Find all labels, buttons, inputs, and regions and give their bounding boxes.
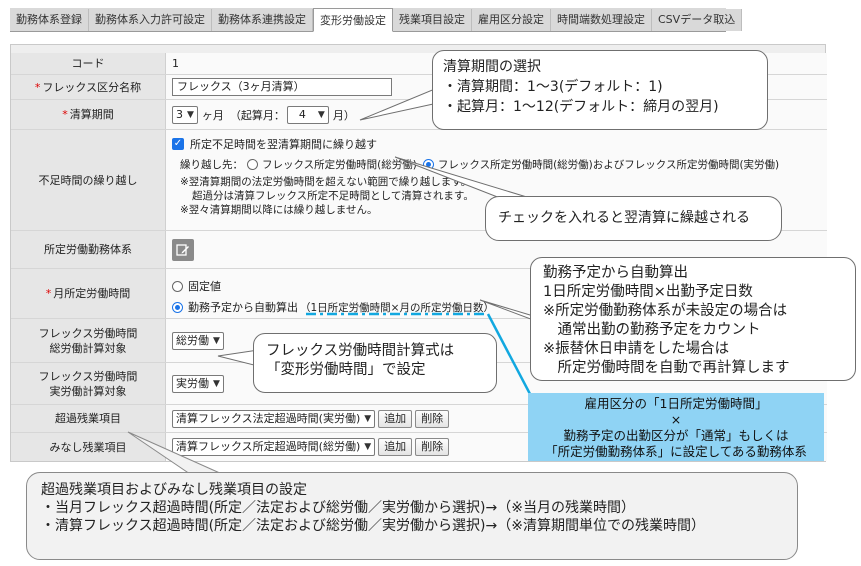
chevron-down-icon: ▼ bbox=[213, 378, 220, 389]
monthly-auto-radio[interactable] bbox=[172, 301, 183, 313]
monthly-label: * 月所定労働時間 bbox=[11, 269, 166, 318]
carryover-dest-label: 繰り越し先： bbox=[180, 159, 243, 171]
overtime-label: 超過残業項目 bbox=[11, 405, 166, 432]
chevron-down-icon: ▼ bbox=[317, 109, 325, 120]
auto-calc-formula-note: 雇用区分の「1日所定労働時間」 × 勤務予定の出勤区分が「通常」もしくは 「所定… bbox=[528, 393, 824, 461]
tab-employment-type[interactable]: 雇用区分設定 bbox=[472, 9, 551, 31]
months-unit: ヶ月 bbox=[201, 108, 224, 122]
start-month-suffix: 月） bbox=[332, 108, 355, 122]
carryover-note: ※翌清算期間の法定労働時間を超えない範囲で繰り越します。 bbox=[180, 176, 472, 188]
edit-icon[interactable] bbox=[172, 238, 194, 261]
chevron-down-icon: ▼ bbox=[364, 442, 372, 452]
required-mark: * bbox=[45, 287, 52, 300]
code-label: コード bbox=[11, 53, 166, 74]
formula-callout-line: フレックス労働時間計算式は bbox=[266, 343, 455, 359]
carryover-checkbox-row: ✓ 所定不足時間を翌清算期間に繰り越す bbox=[172, 136, 827, 152]
chevron-down-icon: ▼ bbox=[187, 109, 194, 120]
schedule-label: 所定労働勤務体系 bbox=[11, 231, 166, 268]
formula-callout: フレックス労働時間計算式は 「変形労働時間」で設定 bbox=[253, 333, 497, 393]
start-month-select[interactable]: 4 ▼ bbox=[286, 105, 329, 124]
tab-work-input-permission[interactable]: 勤務体系入力許可設定 bbox=[89, 9, 212, 31]
carryover-checkbox-label: 所定不足時間を翌清算期間に繰り越す bbox=[190, 138, 377, 151]
auto-callout-line: 1日所定労働時間×出勤予定日数 bbox=[543, 284, 753, 300]
auto-callout-line: ※振替休日申請をした場合は bbox=[543, 341, 730, 357]
required-mark: * bbox=[34, 80, 41, 94]
auto-callout-line: 通常出勤の勤務予定をカウント bbox=[543, 322, 761, 338]
settlement-months-select[interactable]: 3 ▼ bbox=[172, 105, 198, 124]
settlement-callout-line: ・清算期間：1～3(デフォルト：1) bbox=[443, 79, 663, 95]
monthly-fixed-label: 固定値 bbox=[188, 280, 221, 293]
overtime-select[interactable]: 清算フレックス法定超過時間(実労働) ▼ bbox=[172, 409, 376, 428]
carryover-label: 不足時間の繰り越し bbox=[11, 130, 166, 230]
tab-work-system-register[interactable]: 勤務体系登録 bbox=[10, 9, 89, 31]
overtime-delete-button[interactable]: 削除 bbox=[415, 409, 450, 428]
carryover-checkbox[interactable]: ✓ bbox=[172, 138, 184, 150]
chevron-down-icon: ▼ bbox=[364, 413, 372, 424]
carryover-option1-radio[interactable] bbox=[247, 159, 258, 170]
overtime-callout-line: ・清算フレックス超過時間(所定／法定および総労働／実労働から選択)→（※清算期間… bbox=[41, 518, 705, 534]
formula-note-line: 雇用区分の「1日所定労働時間」 bbox=[584, 396, 768, 411]
deemed-label: みなし残業項目 bbox=[11, 433, 166, 461]
overtime-callout-line: 超過残業項目およびみなし残業項目の設定 bbox=[41, 482, 307, 498]
flex-total-select[interactable]: 総労働 ▼ bbox=[172, 331, 224, 350]
settlement-callout-line: ・起算月：1～12(デフォルト：締月の翌月) bbox=[443, 99, 719, 115]
tab-work-link-settings[interactable]: 勤務体系連携設定 bbox=[212, 9, 313, 31]
monthly-fixed-radio[interactable] bbox=[172, 280, 183, 292]
formula-note-line: × bbox=[670, 412, 682, 427]
overtime-callout-line: ・当月フレックス超過時間(所定／法定および総労働／実労働から選択)→（※当月の残… bbox=[41, 500, 635, 516]
tab-overtime-items[interactable]: 残業項目設定 bbox=[393, 9, 472, 31]
chevron-down-icon: ▼ bbox=[213, 335, 220, 346]
auto-calc-callout: 勤務予定から自動算出 1日所定労働時間×出勤予定日数 ※所定労働勤務体系が未設定… bbox=[530, 257, 856, 381]
tab-csv-import[interactable]: CSVデータ取込 bbox=[652, 9, 743, 31]
flex-total-label: フレックス労働時間 総労働計算対象 bbox=[11, 319, 166, 362]
deemed-delete-button[interactable]: 削除 bbox=[415, 438, 450, 456]
overtime-add-button[interactable]: 追加 bbox=[378, 409, 413, 428]
carry-callout: チェックを入れると翌清算に繰越される bbox=[485, 196, 782, 241]
overtime-items-callout: 超過残業項目およびみなし残業項目の設定 ・当月フレックス超過時間(所定／法定およ… bbox=[26, 472, 798, 560]
flex-actual-label: フレックス労働時間 実労働計算対象 bbox=[11, 363, 166, 404]
monthly-auto-note: （1日所定労働時間×月の所定労働日数） bbox=[300, 301, 494, 314]
tab-bar: 勤務体系登録 勤務体系入力許可設定 勤務体系連携設定 変形労働設定 残業項目設定… bbox=[10, 8, 743, 32]
tab-time-rounding[interactable]: 時間端数処理設定 bbox=[551, 9, 652, 31]
settlement-label: * 清算期間 bbox=[11, 100, 166, 129]
carryover-option2-label: フレックス所定労働時間(総労働)およびフレックス所定労働時間(実労働) bbox=[437, 159, 780, 171]
monthly-auto-label: 勤務予定から自動算出 bbox=[188, 301, 298, 314]
flex-name-input[interactable]: フレックス（3ヶ月清算） bbox=[172, 78, 392, 96]
required-mark: * bbox=[62, 108, 68, 121]
settlement-callout: 清算期間の選択 ・清算期間：1～3(デフォルト：1) ・起算月：1～12(デフォ… bbox=[432, 50, 768, 130]
code-value: 1 bbox=[172, 57, 179, 70]
deemed-add-button[interactable]: 追加 bbox=[378, 438, 413, 456]
carryover-dest-row: 繰り越し先： フレックス所定労働時間(総労働) フレックス所定労働時間(総労働)… bbox=[172, 157, 827, 172]
carryover-option1-label: フレックス所定労働時間(総労働) bbox=[262, 159, 417, 171]
flex-actual-select[interactable]: 実労働 ▼ bbox=[172, 374, 224, 393]
auto-callout-line: 所定労働時間を自動で再計算します bbox=[543, 360, 790, 376]
auto-callout-line: ※所定労働勤務体系が未設定の場合は bbox=[543, 303, 788, 319]
formula-callout-line: 「変形労働時間」で設定 bbox=[266, 362, 426, 378]
settlement-callout-line: 清算期間の選択 bbox=[443, 59, 541, 75]
carryover-option2-radio[interactable] bbox=[422, 159, 434, 170]
formula-note-line: 「所定労働勤務体系」に設定してある勤務体系 bbox=[545, 444, 807, 459]
start-month-prefix: （起算月： bbox=[229, 108, 285, 122]
auto-callout-line: 勤務予定から自動算出 bbox=[543, 265, 688, 281]
deemed-select[interactable]: 清算フレックス所定超過時間(総労働) ▼ bbox=[172, 438, 376, 456]
formula-note-line: 勤務予定の出勤区分が「通常」もしくは bbox=[563, 428, 789, 443]
tab-flex-labor-settings[interactable]: 変形労働設定 bbox=[313, 8, 393, 32]
flex-name-label: * フレックス区分名称 bbox=[11, 75, 166, 99]
